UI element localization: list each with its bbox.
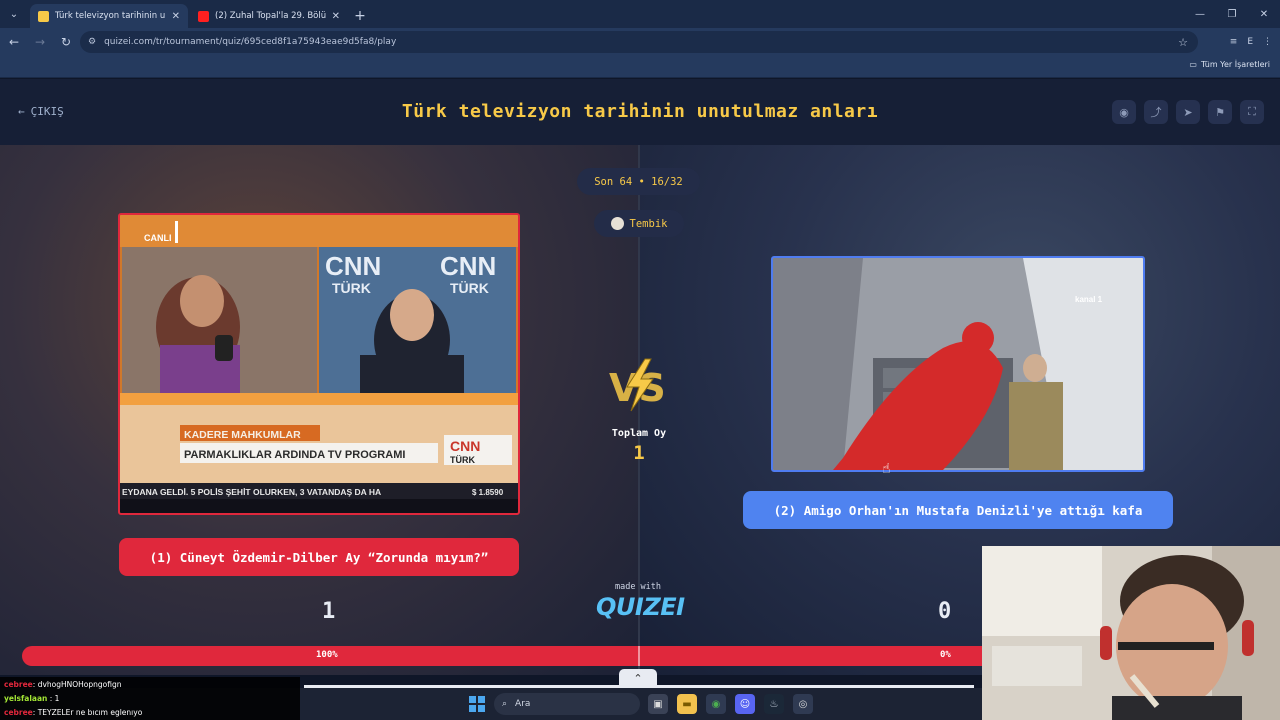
stream-chat-overlay: cebree: dvhogHNOHopngofign yelsfalaan : …	[0, 677, 300, 720]
total-votes-label: Toplam Oy	[611, 428, 667, 439]
windows-start-icon[interactable]	[469, 696, 485, 712]
flag-icon[interactable]: ⚑	[1208, 100, 1232, 124]
svg-text:TÜRK: TÜRK	[450, 280, 489, 296]
close-window-icon[interactable]: ✕	[1248, 0, 1280, 28]
url-text: quizei.com/tr/tournament/quiz/695ced8f1a…	[104, 37, 397, 47]
show-hidden-icons-button[interactable]: ⌃	[619, 669, 657, 688]
taskbar-search-placeholder: Ara	[515, 699, 531, 709]
network-logo-1: CNN	[325, 251, 381, 281]
window-controls: — ❐ ✕	[1184, 0, 1280, 28]
headline-2: PARMAKLIKLAR ARDINDA TV PROGRAMI	[184, 449, 405, 461]
site-info-icon[interactable]: ⚙	[88, 37, 96, 47]
browser-tab-strip: ⌄ Türk televizyon tarihinin unutul ✕ (2)…	[0, 0, 1280, 28]
tab-youtube[interactable]: (2) Zuhal Topal'la 29. Bölüm (HI ✕	[190, 4, 348, 28]
option-1-percent: 100%	[316, 650, 338, 660]
minimize-icon[interactable]: —	[1184, 0, 1216, 28]
chat-text: : 1	[47, 694, 60, 703]
quizei-logo[interactable]: QUIZEI	[596, 593, 685, 621]
chrome-icon[interactable]: ◉	[706, 694, 726, 714]
tab-search-icon[interactable]: ⌄	[0, 0, 28, 28]
forward-icon[interactable]: →	[28, 30, 52, 54]
bookmarks-bar: ▭ Tüm Yer İşaretleri	[0, 56, 1280, 78]
tab-close-icon[interactable]: ✕	[332, 11, 340, 22]
chat-message: cebree: dvhogHNOHopngofign	[4, 678, 296, 692]
news-ticker: EYDANA GELDİ. 5 POLİS ŞEHİT OLURKEN, 3 V…	[122, 487, 381, 497]
svg-text:CNN: CNN	[450, 438, 480, 454]
tab-title: (2) Zuhal Topal'la 29. Bölüm (HI	[215, 11, 326, 21]
header-tools: ◉ ⤴ ➤ ⚑ ⛶	[1112, 100, 1264, 124]
address-bar-row: ← → ↻ ⚙ quizei.com/tr/tournament/quiz/69…	[0, 28, 1280, 56]
toolbar-right: ≡ E ⋮	[1230, 28, 1272, 56]
discord-icon[interactable]: ☺	[735, 694, 755, 714]
fullscreen-icon[interactable]: ⛶	[1240, 100, 1264, 124]
all-bookmarks-label: Tüm Yer İşaretleri	[1200, 60, 1270, 69]
chat-user: cebree	[4, 680, 33, 689]
tab-title: Türk televizyon tarihinin unutul	[55, 11, 166, 21]
vote-progress-bar	[22, 646, 982, 666]
vs-lightning-icon: VS	[609, 358, 666, 412]
option-1-image[interactable]: CANLI CNN CNN TÜRK TÜRK KADERE MAHKUMLAR…	[118, 213, 520, 515]
send-icon[interactable]: ➤	[1176, 100, 1200, 124]
media-control-icon[interactable]: ≡	[1230, 37, 1238, 47]
chat-user: cebree	[4, 708, 33, 717]
round-badge: Son 64 • 16/32	[577, 168, 700, 195]
folder-icon: ▭	[1189, 60, 1197, 69]
progress-center-marker	[638, 646, 640, 666]
share-icon[interactable]: ⤴	[1144, 100, 1168, 124]
chat-message: yelsfalaan : 1	[4, 692, 296, 706]
ticker-value: $ 1.8590	[472, 488, 504, 497]
option-2-image[interactable]: kanal 1	[771, 256, 1145, 472]
stadium-incident-image: kanal 1	[773, 258, 1143, 470]
cnn-turk-broadcast-image: CANLI CNN CNN TÜRK TÜRK KADERE MAHKUMLAR…	[120, 215, 518, 513]
youtube-favicon-icon	[198, 10, 209, 22]
chat-message: cebree: TEYZELEr ne bıcım eglenıyo	[4, 706, 296, 720]
user-badge: Tembik	[594, 210, 684, 237]
headline-1: KADERE MAHKUMLAR	[184, 429, 301, 441]
option-1-score: 1	[322, 599, 336, 624]
steam-icon[interactable]: ♨	[764, 694, 784, 714]
total-votes-value: 1	[633, 442, 645, 464]
url-field[interactable]: ⚙ quizei.com/tr/tournament/quiz/695ced8f…	[80, 31, 1198, 53]
tab-close-icon[interactable]: ✕	[172, 11, 180, 22]
profile-avatar[interactable]: E	[1247, 37, 1253, 47]
chat-text: : dvhogHNOHopngofign	[32, 680, 122, 689]
kanal1-logo: kanal 1	[1075, 295, 1103, 304]
page-title: Türk televizyon tarihinin unutulmaz anla…	[401, 101, 879, 122]
file-explorer-icon[interactable]: ▬	[677, 694, 697, 714]
option-2-percent: 0%	[940, 650, 951, 660]
option-2-button[interactable]: (2) Amigo Orhan'ın Mustafa Denizli'ye at…	[743, 491, 1173, 529]
menu-icon[interactable]: ⋮	[1263, 37, 1272, 47]
streamer-webcam	[982, 546, 1280, 720]
option-1-button[interactable]: (1) Cüneyt Özdemir-Dilber Ay “Zorunda mı…	[119, 538, 519, 576]
bookmark-star-icon[interactable]: ☆	[1178, 36, 1188, 49]
eye-icon[interactable]: ◉	[1112, 100, 1136, 124]
made-with-label: made with	[614, 582, 662, 592]
task-view-icon[interactable]: ▣	[648, 694, 668, 714]
svg-text:TÜRK: TÜRK	[450, 455, 475, 465]
taskbar-search[interactable]: ⌕ Ara	[494, 693, 640, 715]
obs-icon[interactable]: ◎	[793, 694, 813, 714]
quizei-favicon-icon	[38, 10, 49, 22]
tab-quizei[interactable]: Türk televizyon tarihinin unutul ✕	[30, 4, 188, 28]
all-bookmarks[interactable]: ▭ Tüm Yer İşaretleri	[1189, 60, 1270, 69]
back-icon[interactable]: ←	[2, 30, 26, 54]
option-2-score: 0	[938, 599, 952, 624]
user-avatar-icon	[610, 217, 624, 230]
taskbar-apps: ▣ ▬ ◉ ☺ ♨ ◎	[648, 694, 813, 714]
network-logo-2: TÜRK	[332, 280, 371, 296]
chat-text: : TEYZELEr ne bıcım eglenıyo	[32, 708, 143, 717]
user-name: Tembik	[629, 217, 668, 230]
live-label: CANLI	[144, 233, 172, 243]
new-tab-button[interactable]: +	[348, 4, 372, 28]
restore-icon[interactable]: ❐	[1216, 0, 1248, 28]
webcam-image	[982, 546, 1280, 720]
chat-user: yelsfalaan	[4, 694, 48, 703]
reload-icon[interactable]: ↻	[54, 30, 78, 54]
svg-text:CNN: CNN	[440, 251, 496, 281]
search-icon: ⌕	[502, 699, 508, 709]
quiz-header: ← ÇIKIŞ Türk televizyon tarihinin unutul…	[0, 79, 1280, 145]
hand-cursor-icon: ☝	[882, 461, 891, 477]
